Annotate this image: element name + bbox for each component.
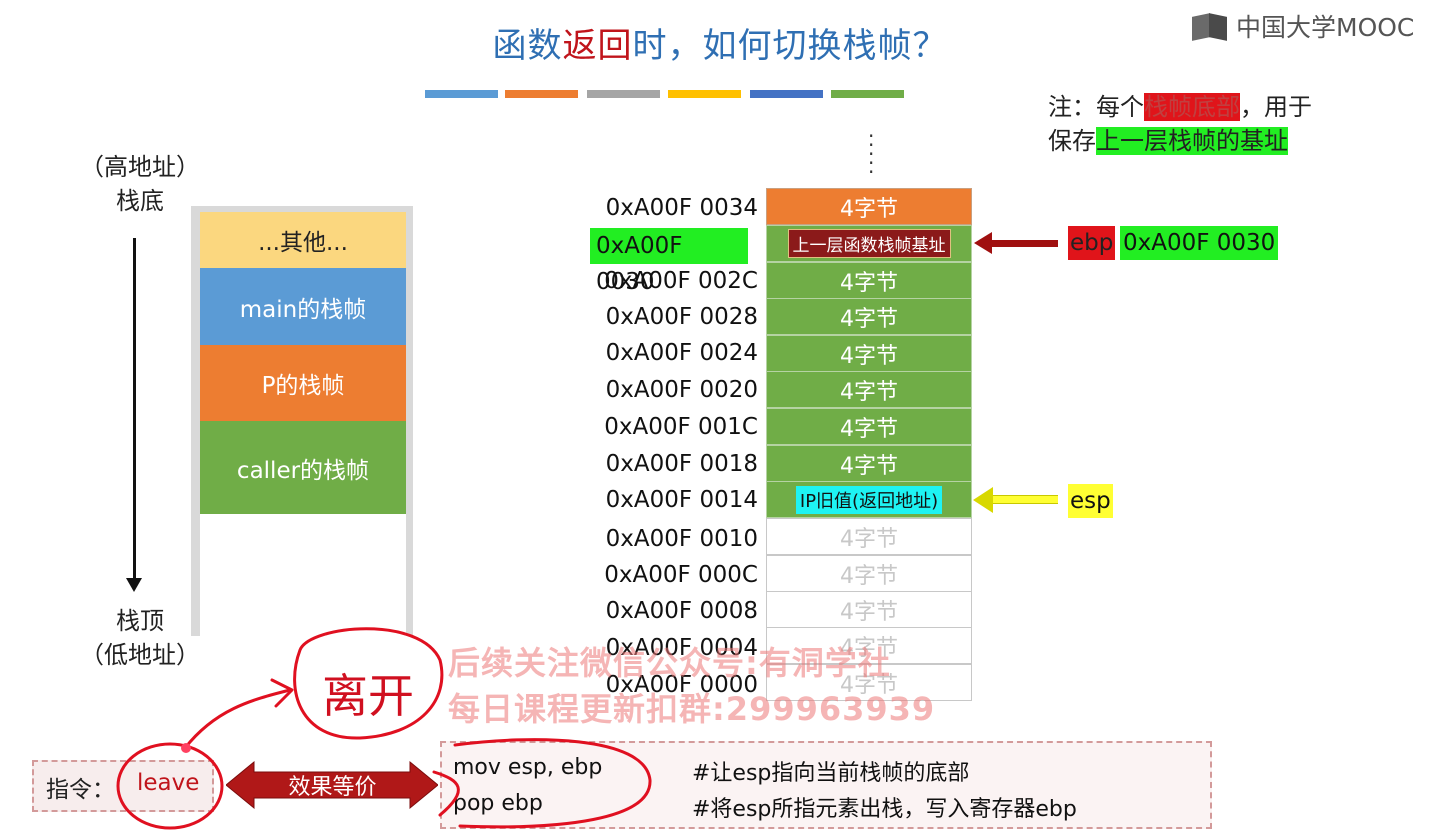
handwritten-bracket [432, 770, 460, 817]
cursor-dot-icon [181, 743, 191, 753]
handwriting-annotations: 离开 [116, 627, 652, 830]
handwritten-circle-leave [116, 742, 224, 830]
handwritten-note-text: 离开 [322, 669, 414, 723]
handwritten-circle-code [453, 738, 652, 829]
handwritten-arrow-curve [183, 688, 292, 750]
